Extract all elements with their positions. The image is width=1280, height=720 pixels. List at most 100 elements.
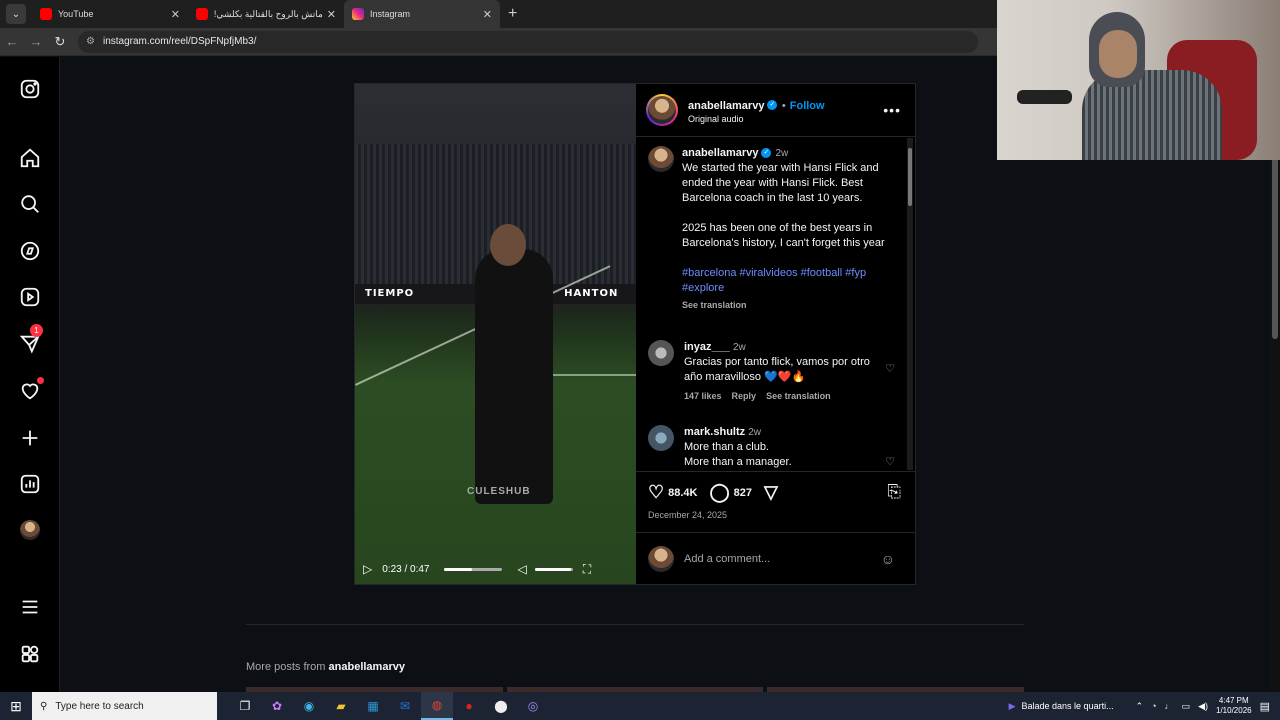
chrome-icon[interactable]: ◍ [421, 692, 453, 720]
search-icon[interactable] [18, 192, 42, 216]
caption: anabellamarvy ✓ 2w We started the year wit… [648, 146, 898, 313]
comments-scrollbar[interactable] [907, 138, 913, 470]
share-icon[interactable]: ▽ [764, 482, 778, 503]
video-progress-bar[interactable] [443, 567, 502, 571]
now-playing-text: Balade dans le quarti... [1021, 701, 1114, 711]
explore-icon[interactable] [18, 239, 42, 263]
app-icon-dark[interactable]: ⬤ [485, 692, 517, 720]
author-avatar-ring[interactable] [646, 94, 678, 126]
reels-icon[interactable] [18, 285, 42, 309]
back-icon[interactable]: ← [0, 34, 24, 49]
close-tab-icon[interactable]: ✕ [483, 8, 492, 21]
see-translation-link[interactable]: See translation [682, 298, 898, 313]
commenter-username[interactable]: inyaz___ [684, 341, 730, 353]
original-audio-link[interactable]: Original audio [688, 114, 825, 124]
reload-icon[interactable]: ↻ [48, 34, 72, 50]
verified-badge-icon: ✓ [761, 148, 772, 159]
windows-start-icon[interactable]: ⊞ [0, 698, 32, 715]
menu-icon[interactable] [18, 595, 42, 619]
ad-text: TIEMPO [365, 288, 415, 299]
store-icon[interactable]: ▦ [357, 692, 389, 720]
task-view-icon[interactable]: ❐ [229, 692, 261, 720]
reply-button[interactable]: Reply [732, 391, 757, 401]
commenter-avatar[interactable] [648, 425, 674, 451]
more-posts-username[interactable]: anabellamarvy [329, 661, 405, 673]
player-head [490, 224, 526, 266]
scrollbar-thumb[interactable] [908, 148, 912, 206]
instagram-logo-icon[interactable] [18, 77, 42, 101]
tab-title: ماتش بالروح بالقتالية بكلشي! تس... [214, 8, 323, 19]
home-icon[interactable] [18, 146, 42, 170]
notifications-icon[interactable] [18, 377, 44, 403]
notification-center-icon[interactable]: ▤ [1260, 700, 1270, 713]
caption-text-2: 2025 has been one of the best years in B… [682, 222, 885, 249]
commenter-username[interactable]: mark.shultz [684, 426, 745, 438]
volume-slider[interactable] [534, 567, 573, 571]
author-avatar [648, 96, 676, 124]
caption-avatar[interactable] [648, 146, 674, 172]
video-watermark: CULESHUB [467, 486, 531, 497]
verified-badge-icon: ✓ [767, 99, 778, 110]
network-icon[interactable]: ▭ [1182, 701, 1191, 712]
like-comment-icon[interactable]: ♡ [885, 362, 895, 375]
profile-avatar[interactable] [18, 518, 42, 542]
emoji-icon[interactable]: ☺ [881, 551, 895, 567]
coach-figure [475, 249, 553, 504]
add-comment-bar: ☺ [636, 532, 915, 584]
bookmark-icon[interactable]: ⎘ [887, 482, 901, 502]
more-options-icon[interactable]: ••• [883, 102, 901, 118]
like-comment-icon[interactable]: ♡ [885, 455, 895, 468]
see-translation-link[interactable]: See translation [766, 391, 831, 401]
also-from-meta-icon[interactable] [18, 642, 42, 666]
taskbar-search[interactable]: ⚲ Type here to search [32, 692, 217, 720]
add-comment-input[interactable] [684, 552, 864, 565]
create-icon[interactable] [18, 426, 42, 450]
speaker-icon[interactable]: ◀) [1198, 701, 1208, 712]
instagram-favicon-icon [352, 8, 364, 20]
like-icon[interactable]: ♡ [648, 482, 664, 503]
media-icon: ▶ [1008, 700, 1016, 711]
now-playing[interactable]: ▶ Balade dans le quarti... [1009, 701, 1114, 712]
taskbar-clock[interactable]: 4:47 PM 1/10/2026 [1216, 696, 1252, 716]
tab-instagram[interactable]: Instagram ✕ [344, 0, 500, 28]
tab-youtube[interactable]: YouTube ✕ [32, 0, 188, 28]
post-date: December 24, 2025 [648, 510, 728, 520]
comments-scroll-area[interactable]: anabellamarvy ✓ 2w We started the year wit… [636, 138, 915, 470]
tab-search-button[interactable]: ⌄ [6, 4, 26, 24]
app-icon-red[interactable]: ● [453, 692, 485, 720]
comment-icon[interactable]: ◯ [710, 482, 730, 503]
close-tab-icon[interactable]: ✕ [171, 8, 180, 21]
play-icon[interactable]: ▷ [363, 562, 372, 576]
commenter-avatar[interactable] [648, 340, 674, 366]
volume-icon[interactable]: ◁ [518, 562, 527, 576]
outlook-icon[interactable]: ✉ [389, 692, 421, 720]
youtube-favicon-icon [196, 8, 208, 20]
dashboard-icon[interactable] [18, 472, 42, 496]
caption-username[interactable]: anabellamarvy [682, 147, 758, 159]
edge-icon[interactable]: ◉ [293, 692, 325, 720]
app-icon-purple[interactable]: ◎ [517, 692, 549, 720]
mic-icon[interactable]: ♩ [1165, 701, 1174, 711]
file-explorer-icon[interactable]: ▰ [325, 692, 357, 720]
comment-likes[interactable]: 147 likes [684, 391, 722, 401]
comment-text-line-2: More than a manager. [684, 456, 792, 468]
new-tab-button[interactable]: + [508, 5, 517, 23]
caption-hashtags[interactable]: #barcelona #viralvideos #football #fyp #… [682, 266, 898, 296]
microphone [1017, 90, 1072, 104]
like-count[interactable]: 88.4K [668, 487, 697, 499]
follow-button[interactable]: Follow [790, 100, 825, 112]
tray-overflow-icon[interactable]: ⌃ [1136, 701, 1144, 712]
tab-youtube-video[interactable]: ماتش بالروح بالقتالية بكلشي! تس... ✕ [188, 0, 344, 28]
wifi-icon[interactable]: ◔ [1151, 701, 1156, 711]
url-field[interactable]: ⚙ instagram.com/reel/DSpFNpfjMb3/ [78, 30, 978, 53]
forward-icon[interactable]: → [24, 34, 48, 49]
author-username[interactable]: anabellamarvy [688, 100, 764, 112]
video-controls: ▷ 0:23 / 0:47 ◁ ⛶ [355, 554, 636, 584]
fullscreen-icon[interactable]: ⛶ [583, 562, 591, 577]
reel-video[interactable]: TIEMPO HANTON CULESHUB ▷ 0:23 / 0:47 ◁ ⛶ [355, 84, 636, 584]
copilot-icon[interactable]: ✿ [261, 692, 293, 720]
ad-text-2: HANTON [564, 288, 619, 299]
close-tab-icon[interactable]: ✕ [327, 8, 336, 21]
site-info-icon[interactable]: ⚙ [86, 36, 95, 47]
messages-icon[interactable]: 1 [18, 324, 43, 356]
